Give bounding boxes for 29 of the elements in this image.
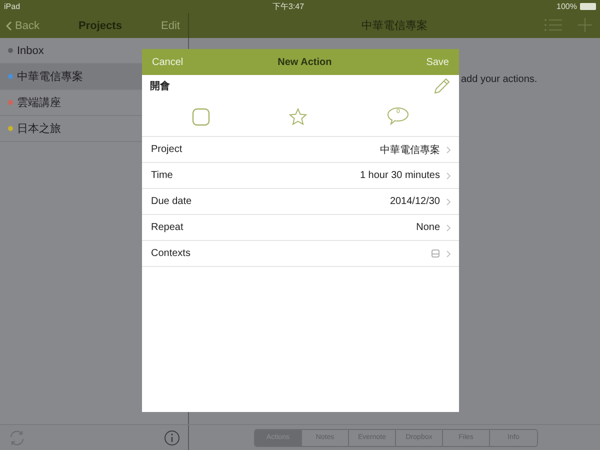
edit-button[interactable]: Edit: [161, 20, 180, 32]
detail-row[interactable]: Contexts: [142, 241, 459, 267]
action-name[interactable]: 開會: [150, 79, 170, 93]
star-icon[interactable]: [289, 108, 308, 126]
save-button[interactable]: Save: [426, 56, 449, 68]
battery-level: 100%: [556, 2, 577, 11]
detail-row[interactable]: Time 1 hour 30 minutes: [142, 163, 459, 189]
detail-row[interactable]: Due date 2014/12/30: [142, 189, 459, 215]
empty-hint: add your actions.: [461, 74, 538, 85]
status-time: 下午3:47: [272, 1, 304, 12]
battery-icon: [580, 3, 596, 10]
dialog-title: New Action: [278, 56, 332, 68]
back-button[interactable]: Back: [6, 20, 40, 32]
detail-row[interactable]: Project 中華電信專案: [142, 137, 459, 163]
detail-row[interactable]: Repeat None: [142, 215, 459, 241]
chevron-icon: [446, 198, 451, 206]
chevron-icon: [446, 250, 451, 258]
chevron-icon: [446, 172, 451, 180]
add-icon[interactable]: [578, 18, 592, 32]
chevron-icon: [446, 146, 451, 154]
back-chevron-icon: [6, 20, 12, 30]
chevron-icon: [446, 224, 451, 232]
info-icon[interactable]: [164, 430, 180, 446]
device-name: iPad: [4, 2, 20, 11]
context-icon: [431, 249, 440, 258]
pencil-icon[interactable]: [433, 77, 451, 95]
list-icon[interactable]: [544, 18, 562, 32]
sync-icon[interactable]: [8, 428, 26, 446]
checkbox-icon[interactable]: [192, 108, 210, 126]
